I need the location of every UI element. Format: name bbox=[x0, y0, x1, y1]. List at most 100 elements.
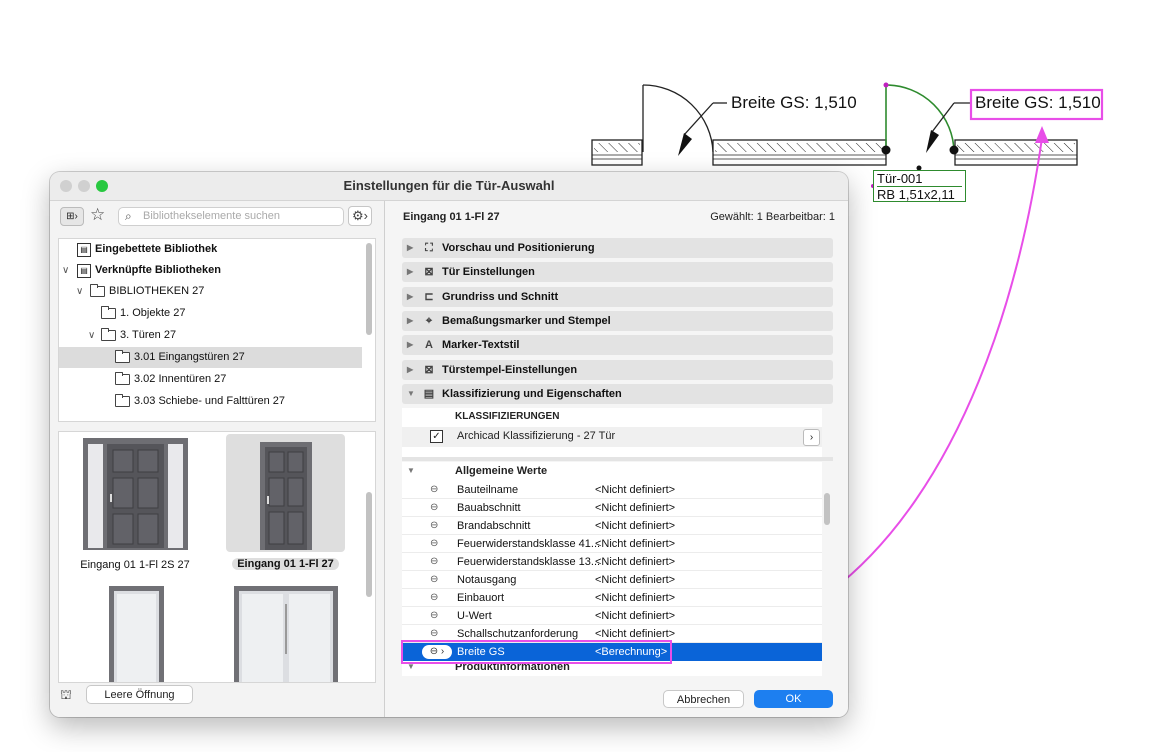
door-thumbnail-2s bbox=[83, 438, 188, 550]
section-label: Tür Einstellungen bbox=[442, 266, 535, 278]
tree-item-label: 3.03 Schiebe- und Falttüren 27 bbox=[134, 395, 286, 407]
library-browse-button[interactable]: ⊞› bbox=[60, 207, 84, 226]
link-icon: ⊖ bbox=[430, 610, 439, 621]
section-label: Bemaßungsmarker und Stempel bbox=[442, 315, 611, 327]
classification-open-button[interactable]: › bbox=[803, 429, 820, 446]
classification-icon: ▤ bbox=[423, 388, 435, 400]
section-tuer-einstellungen[interactable]: ▶ ⊠ Tür Einstellungen bbox=[402, 262, 833, 282]
gear-icon[interactable]: ⚙› bbox=[348, 206, 372, 226]
favorites-star-icon[interactable]: ☆ bbox=[90, 205, 105, 225]
tree-item-objekte[interactable]: 1. Objekte 27 bbox=[59, 303, 362, 324]
section-bemassungsmarker[interactable]: ▶ ⌖ Bemaßungsmarker und Stempel bbox=[402, 311, 833, 331]
library-panel: ⊞› ☆ ⌕ Bibliothekselemente suchen ⚙› ▤ E… bbox=[50, 201, 385, 717]
cancel-button[interactable]: Abbrechen bbox=[663, 690, 744, 708]
classifications-block: KLASSIFIZIERUNGEN ✓ Archicad Klassifizie… bbox=[402, 408, 822, 458]
property-value[interactable]: <Nicht definiert> bbox=[595, 571, 675, 589]
property-value[interactable]: <Nicht definiert> bbox=[595, 589, 675, 607]
link-icon: ⊖ bbox=[430, 574, 439, 585]
wall-right-segment bbox=[954, 139, 1078, 166]
tree-item-label: BIBLIOTHEKEN 27 bbox=[109, 285, 205, 297]
property-name: Feuerwiderstandsklasse 13... bbox=[457, 556, 601, 568]
property-row[interactable]: ⊖ Bauteilname <Nicht definiert> bbox=[402, 481, 822, 499]
property-value[interactable]: <Nicht definiert> bbox=[595, 481, 675, 499]
empty-opening-button[interactable]: Leere Öffnung bbox=[86, 685, 193, 704]
window-title: Einstellungen für die Tür-Auswahl bbox=[343, 178, 555, 193]
property-name: Brandabschnitt bbox=[457, 520, 531, 532]
link-icon: ⊖ bbox=[430, 592, 439, 603]
floorplan-icon: ⊏ bbox=[424, 291, 434, 303]
property-row[interactable]: ⊖ Notausgang <Nicht definiert> bbox=[402, 571, 822, 589]
property-row[interactable]: ⊖ Einbauort <Nicht definiert> bbox=[402, 589, 822, 607]
wall-left-segment bbox=[591, 139, 643, 166]
expand-arrow-icon: ▶ bbox=[407, 243, 414, 252]
section-grundriss[interactable]: ▶ ⊏ Grundriss und Schnitt bbox=[402, 287, 833, 307]
property-value[interactable]: <Nicht definiert> bbox=[595, 535, 675, 553]
door-left-symbol bbox=[642, 84, 714, 153]
library-search-input[interactable]: ⌕ Bibliothekselemente suchen bbox=[118, 207, 344, 226]
section-marker-textstil[interactable]: ▶ A Marker-Textstil bbox=[402, 335, 833, 355]
folder-icon bbox=[115, 350, 130, 363]
dimension-callout-left: Breite GS: 1,510 bbox=[731, 93, 857, 112]
link-icon: ⊖ bbox=[430, 502, 439, 513]
property-name: Bauabschnitt bbox=[457, 502, 521, 514]
section-tuerstempel[interactable]: ▶ ⊠ Türstempel-Einstellungen bbox=[402, 360, 833, 380]
properties-scrollbar[interactable] bbox=[824, 493, 830, 525]
link-icon: ⊖ bbox=[430, 556, 439, 567]
property-row[interactable]: ⊖ Brandabschnitt <Nicht definiert> bbox=[402, 517, 822, 535]
general-values-header: Allgemeine Werte bbox=[455, 465, 548, 477]
search-icon: ⌕ bbox=[125, 209, 132, 223]
chevron-down-icon[interactable]: ∨ bbox=[88, 325, 95, 346]
tree-item-schiebetueren[interactable]: 3.03 Schiebe- und Falttüren 27 bbox=[59, 391, 362, 412]
search-placeholder: Bibliothekselemente suchen bbox=[143, 210, 280, 222]
text-style-icon: A bbox=[425, 339, 433, 351]
tree-item-embedded-library[interactable]: ▤ Eingebettete Bibliothek bbox=[59, 239, 362, 260]
preview-icon: ⛶ bbox=[425, 242, 433, 254]
chevron-down-icon[interactable]: ∨ bbox=[62, 260, 69, 281]
selection-info: Gewählt: 1 Bearbeitbar: 1 bbox=[710, 211, 835, 223]
general-values-header-row[interactable]: ▼ Allgemeine Werte bbox=[402, 462, 822, 482]
tree-scrollbar[interactable] bbox=[366, 243, 372, 335]
folder-icon bbox=[115, 394, 130, 407]
classification-label: Archicad Klassifizierung - 27 Tür bbox=[457, 430, 616, 442]
property-row[interactable]: ⊖ Feuerwiderstandsklasse 41... <Nicht defi… bbox=[402, 535, 822, 553]
checkbox-checked-icon[interactable]: ✓ bbox=[430, 430, 443, 443]
property-name: Notausgang bbox=[457, 574, 517, 586]
tree-item-tueren[interactable]: ∨ 3. Türen 27 bbox=[59, 325, 362, 346]
product-info-row[interactable]: ▼ Produktinformationen bbox=[402, 662, 822, 676]
tree-item-label: 1. Objekte 27 bbox=[120, 307, 186, 319]
section-vorschau[interactable]: ▶ ⛶ Vorschau und Positionierung bbox=[402, 238, 833, 258]
folder-icon bbox=[90, 284, 105, 297]
tree-item-bibliotheken[interactable]: ∨ BIBLIOTHEKEN 27 bbox=[59, 281, 362, 302]
expand-arrow-icon: ▶ bbox=[407, 292, 414, 301]
tree-item-innentueren[interactable]: 3.02 Innentüren 27 bbox=[59, 369, 362, 390]
chevron-down-icon[interactable]: ∨ bbox=[76, 281, 83, 302]
section-label: Türstempel-Einstellungen bbox=[442, 364, 578, 376]
gallery-item-label: Eingang 01 1-Fl 27 bbox=[232, 558, 339, 570]
link-icon: ⊖ bbox=[430, 538, 439, 549]
property-row[interactable]: ⊖ Feuerwiderstandsklasse 13... <Nicht defi… bbox=[402, 553, 822, 571]
property-row[interactable]: ⊖ Bauabschnitt <Nicht definiert> bbox=[402, 499, 822, 517]
collapse-arrow-icon: ▼ bbox=[407, 389, 415, 398]
gallery-scrollbar[interactable] bbox=[366, 492, 372, 597]
link-icon: ⊖ bbox=[430, 520, 439, 531]
empty-opening-icon: ⛫ bbox=[60, 687, 72, 702]
ok-button[interactable]: OK bbox=[754, 690, 833, 708]
door-right-symbol[interactable] bbox=[885, 84, 955, 153]
section-klassifizierung[interactable]: ▼ ▤ Klassifizierung und Eigenschaften bbox=[402, 384, 833, 404]
property-row[interactable]: ⊖ U-Wert <Nicht definiert> bbox=[402, 607, 822, 625]
tree-item-linked-libraries[interactable]: ∨ ▤ Verknüpfte Bibliotheken bbox=[59, 260, 362, 281]
tree-item-eingangstueren[interactable]: 3.01 Eingangstüren 27 bbox=[59, 347, 362, 368]
classifications-header: KLASSIFIZIERUNGEN bbox=[455, 411, 560, 422]
gallery-item-eingang-2s[interactable]: Eingang 01 1-Fl 2S 27 bbox=[65, 434, 205, 574]
property-value[interactable]: <Nicht definiert> bbox=[595, 553, 675, 571]
classification-row[interactable]: ✓ Archicad Klassifizierung - 27 Tür › bbox=[402, 427, 822, 447]
property-value[interactable]: <Nicht definiert> bbox=[595, 607, 675, 625]
expand-arrow-icon: ▶ bbox=[407, 340, 414, 349]
gallery-item-eingang[interactable]: Eingang 01 1-Fl 27 bbox=[226, 434, 346, 574]
property-value[interactable]: <Nicht definiert> bbox=[595, 499, 675, 517]
divider bbox=[402, 457, 833, 461]
section-label: Marker-Textstil bbox=[442, 339, 520, 351]
door-tag: Tür-001 RB 1,51x2,11 bbox=[873, 170, 966, 202]
property-value[interactable]: <Nicht definiert> bbox=[595, 517, 675, 535]
link-icon: ⊖ bbox=[430, 484, 439, 495]
